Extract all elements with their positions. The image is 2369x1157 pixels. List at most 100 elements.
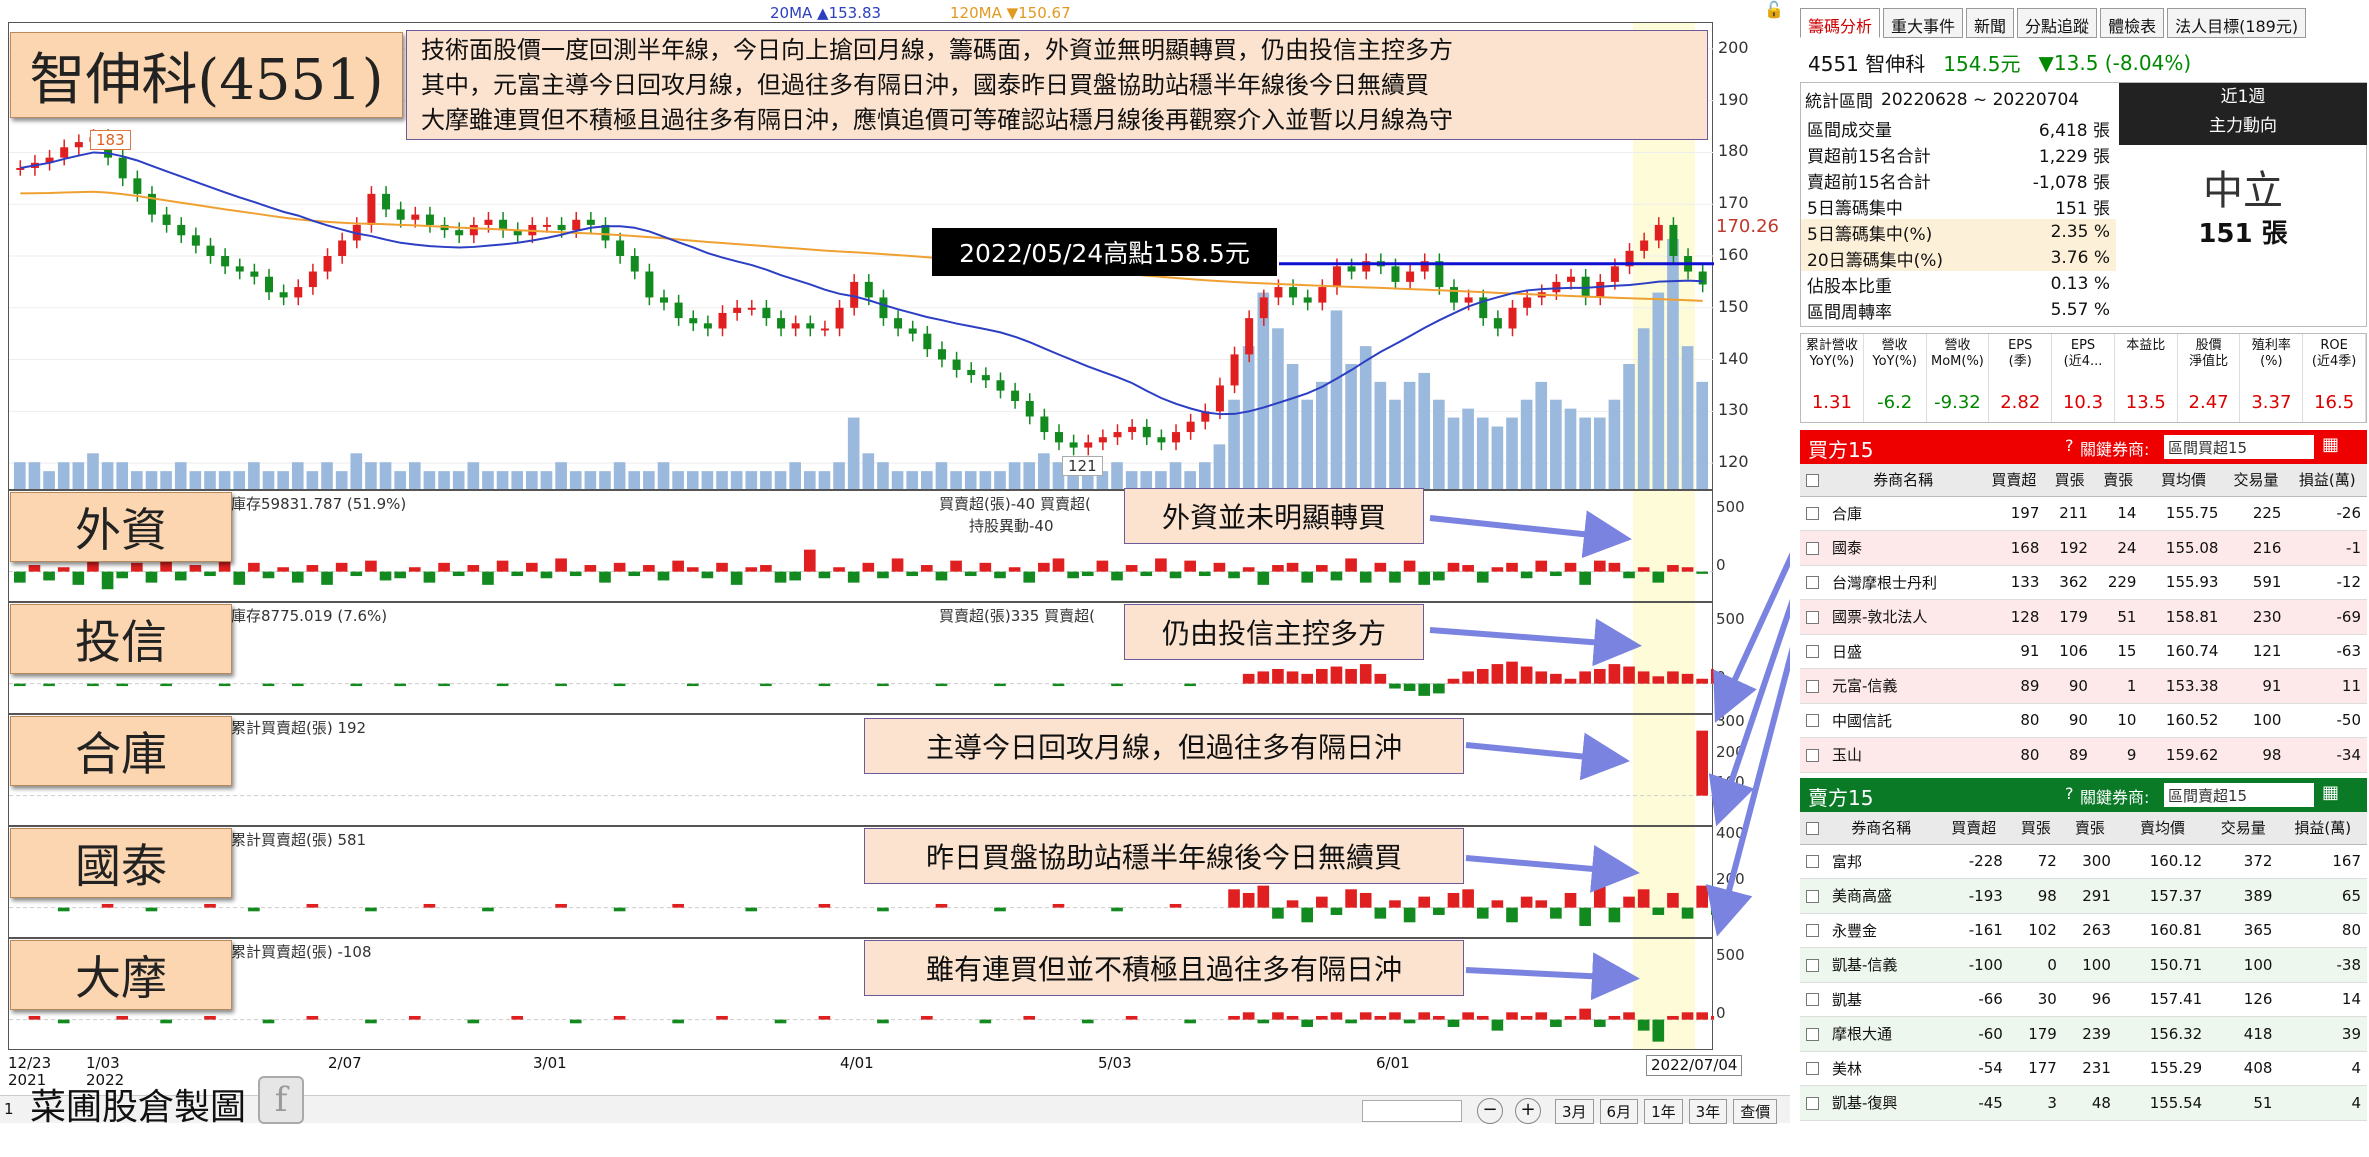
table-row[interactable]: 美商高盛 -193 98 291 157.37 389 65	[1800, 878, 2367, 914]
row-checkbox[interactable]	[1805, 748, 1819, 762]
net-bar	[511, 571, 524, 577]
row-checkbox[interactable]	[1805, 993, 1819, 1007]
row-checkbox[interactable]	[1805, 924, 1819, 938]
row-checkbox[interactable]	[1805, 889, 1819, 903]
candle-body	[1610, 266, 1619, 282]
row-checkbox[interactable]	[1805, 576, 1819, 590]
net-bar	[306, 903, 319, 908]
row-checkbox[interactable]	[1805, 645, 1819, 659]
volume-bar	[394, 471, 406, 489]
grid-icon[interactable]: ▦	[2322, 434, 2339, 455]
net-bar	[1433, 907, 1445, 915]
table-cell: 14	[2093, 496, 2143, 531]
column-header: 買均價	[2142, 464, 2225, 497]
net-bar	[306, 1015, 319, 1020]
table-row[interactable]: 玉山 80 89 9 159.62 98 -34	[1800, 737, 2367, 773]
row-checkbox[interactable]	[1805, 1062, 1819, 1076]
table-row[interactable]: 元富-信義 89 90 1 153.38 91 11	[1800, 668, 2367, 704]
candle-body	[265, 276, 274, 293]
candle-body	[952, 359, 961, 370]
net-bar	[1359, 664, 1372, 684]
help-icon[interactable]: ?	[2065, 436, 2074, 455]
tab-target-price[interactable]: 法人目標(189元)	[2167, 8, 2307, 38]
date-tick: 4/01	[840, 1054, 874, 1072]
tab-news[interactable]: 新聞	[1966, 8, 2015, 38]
net-bar	[1491, 1019, 1504, 1031]
table-cell: 155.93	[2142, 565, 2225, 600]
panel-info: 庫存8775.019 (7.6%)	[231, 607, 388, 625]
lock-icon[interactable]: 🔓	[1764, 0, 1786, 22]
net-bar	[1476, 668, 1489, 684]
sell-title: 賣方15	[1808, 786, 1874, 810]
stock-title-badge: 智伸科(4551)	[10, 32, 403, 118]
candle-body	[996, 380, 1005, 391]
recent-highlight	[1633, 715, 1695, 825]
tab-bar: 籌碼分析 重大事件 新聞 分點追蹤 體檢表 法人目標(189元)	[1800, 8, 2307, 38]
row-checkbox[interactable]	[1805, 714, 1819, 728]
table-row[interactable]: 日盛 91 106 15 160.74 121 -63	[1800, 634, 2367, 669]
query-button[interactable]: 查價	[1733, 1099, 1778, 1124]
table-row[interactable]: 國票-敦北法人 128 179 51 158.81 230 -69	[1800, 599, 2367, 635]
candle-body	[557, 224, 566, 231]
range-3y-button[interactable]: 3年	[1688, 1099, 1728, 1124]
net-bar	[979, 562, 992, 572]
range-6m-button[interactable]: 6月	[1599, 1099, 1639, 1124]
net-bar	[1550, 907, 1562, 919]
sell-select[interactable]: 區間賣超15	[2164, 783, 2314, 807]
zoom-in-icon[interactable]: +	[1515, 1098, 1541, 1124]
panel-info: 累計買賣超(張) 192	[231, 719, 367, 737]
row-checkbox[interactable]	[1805, 610, 1819, 624]
net-bar	[1535, 1012, 1548, 1020]
net-bar	[1550, 673, 1562, 684]
table-row[interactable]: 凱基-復興 -45 3 48 155.54 51 4	[1800, 1085, 2367, 1121]
volume-bar	[1242, 346, 1255, 489]
volume-bar	[628, 471, 641, 489]
row-checkbox[interactable]	[1805, 855, 1819, 869]
table-row[interactable]: 美林 -54 177 231 155.29 408 4	[1800, 1051, 2367, 1086]
net-bar	[365, 907, 377, 912]
net-bar	[438, 562, 450, 572]
table-row[interactable]: 摩根大通 -60 179 239 156.32 418 39	[1800, 1016, 2367, 1052]
table-row[interactable]: 凱基-信義 -100 0 100 150.71 100 -38	[1800, 947, 2367, 983]
volume-bar	[438, 471, 450, 489]
select-all-checkbox[interactable]	[1805, 821, 1819, 835]
panel-info: 累計買賣超(張) 581	[231, 831, 367, 849]
grid-icon[interactable]: ▦	[2322, 782, 2339, 803]
range-1y-button[interactable]: 1年	[1644, 1099, 1683, 1124]
row-checkbox[interactable]	[1805, 507, 1819, 521]
net-bar	[1330, 571, 1343, 581]
table-row[interactable]: 富邦 -228 72 300 160.12 372 167	[1800, 844, 2367, 879]
net-bar	[423, 571, 436, 583]
row-checkbox[interactable]	[1805, 958, 1819, 972]
tab-chip-analysis[interactable]: 籌碼分析	[1800, 8, 1881, 38]
candle-body	[1113, 432, 1122, 438]
row-checkbox[interactable]	[1805, 1096, 1819, 1110]
volume-bar	[160, 471, 172, 489]
help-icon[interactable]: ?	[2065, 784, 2074, 803]
tab-checkup[interactable]: 體檢表	[2100, 8, 2165, 38]
candle-body	[133, 178, 142, 194]
table-row[interactable]: 台灣摩根士丹利 133 362 229 155.93 591 -12	[1800, 565, 2367, 600]
row-checkbox[interactable]	[1805, 541, 1819, 555]
table-row[interactable]: 中國信託 80 90 10 160.52 100 -50	[1800, 703, 2367, 738]
row-checkbox[interactable]	[1805, 679, 1819, 693]
tab-branch-tracking[interactable]: 分點追蹤	[2017, 8, 2098, 38]
price-tick: 120	[1718, 452, 1749, 472]
table-row[interactable]: 國泰 168 192 24 155.08 216 -1	[1800, 530, 2367, 566]
range-3m-button[interactable]: 3月	[1555, 1099, 1594, 1124]
chart-area: 20MA ▲153.83 120MA ▼150.67 200 190 180 170 1…	[0, 0, 1790, 1157]
table-cell: 177	[2008, 1051, 2063, 1086]
candle-body	[396, 209, 405, 220]
select-all-checkbox[interactable]	[1805, 473, 1819, 487]
buy-select[interactable]: 區間買超15	[2164, 435, 2314, 459]
net-bar	[1564, 562, 1577, 572]
volume-bar	[467, 462, 480, 489]
table-row[interactable]: 永豐金 -161 102 263 160.81 365 80	[1800, 913, 2367, 948]
zoom-out-icon[interactable]: −	[1477, 1098, 1503, 1124]
tab-major-events[interactable]: 重大事件	[1883, 8, 1964, 38]
table-row[interactable]: 合庫 197 211 14 155.75 225 -26	[1800, 496, 2367, 531]
date-input[interactable]	[1362, 1100, 1462, 1122]
table-row[interactable]: 凱基 -66 30 96 157.41 126 14	[1800, 982, 2367, 1017]
row-checkbox[interactable]	[1805, 1027, 1819, 1041]
stat-label: 5日籌碼集中	[1807, 198, 1903, 219]
